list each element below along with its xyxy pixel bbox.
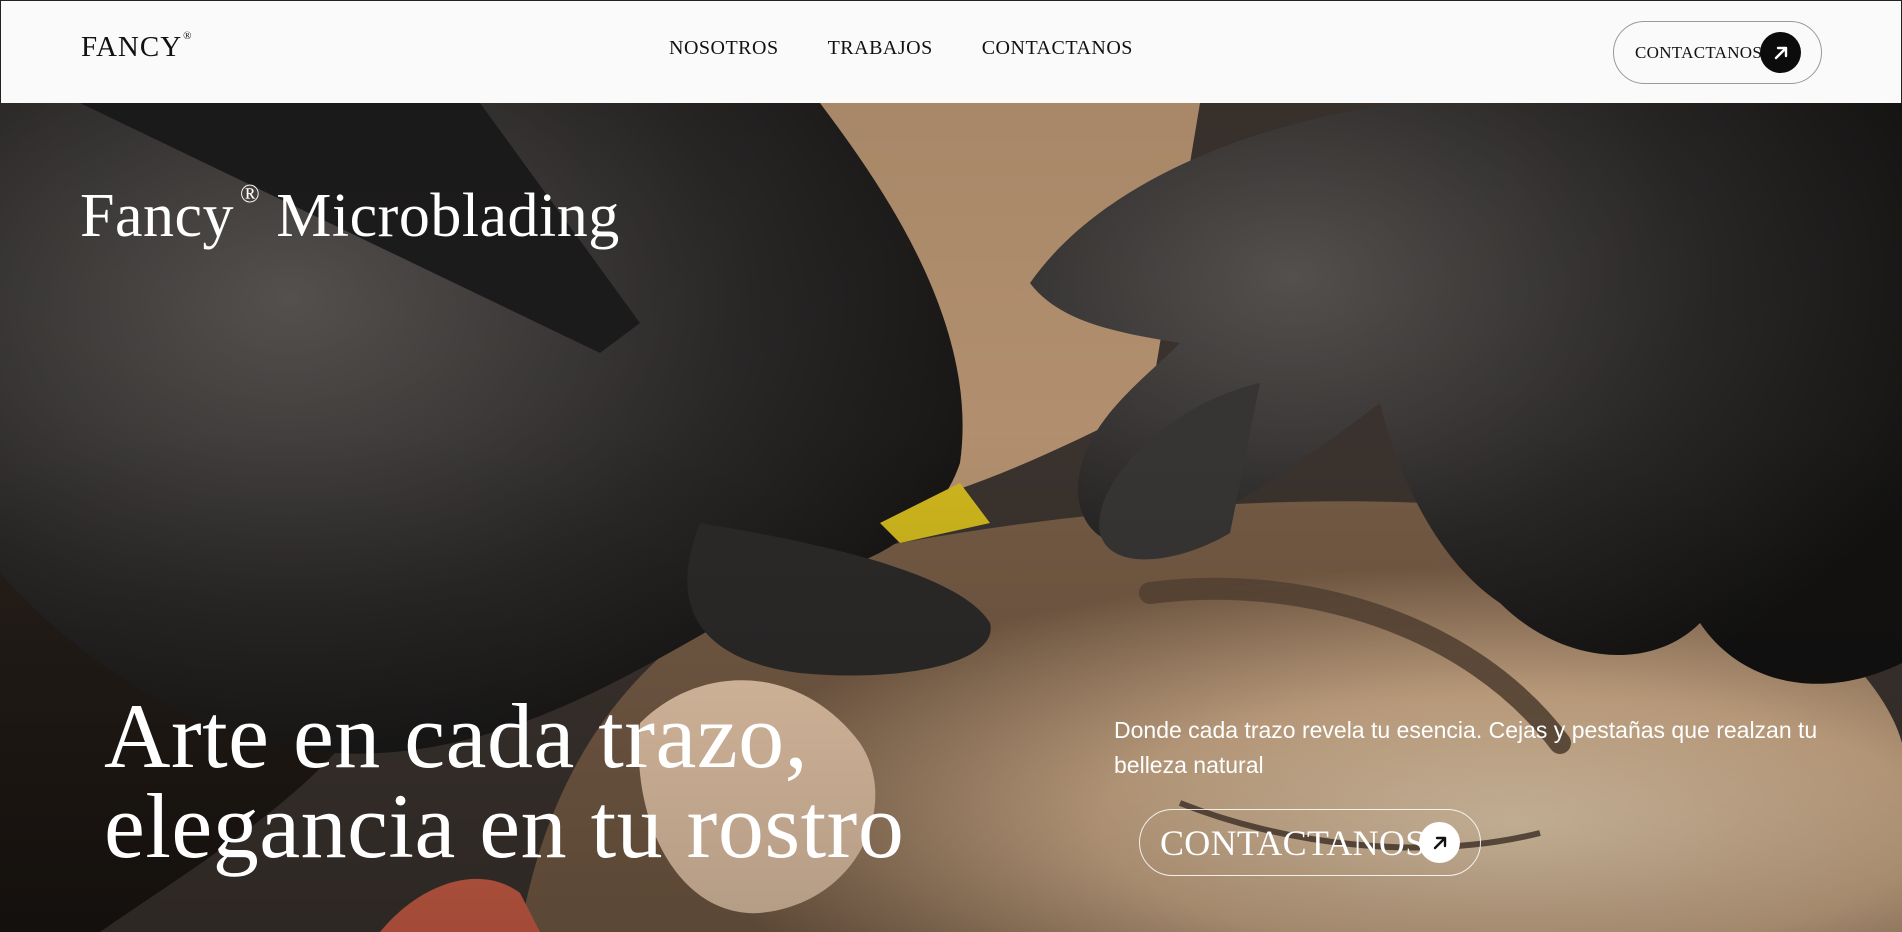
brand-name: Fancy xyxy=(80,182,235,250)
header-contact-label: CONTACTANOS xyxy=(1635,42,1763,62)
nav-item-contactanos[interactable]: CONTACTANOS xyxy=(982,37,1133,60)
hero-contact-button[interactable]: CONTACTANOS xyxy=(1139,809,1481,876)
logo[interactable]: FANCY® xyxy=(81,30,193,64)
hero-headline: Arte en cada trazo, elegancia en tu rost… xyxy=(104,685,905,877)
hero-contact-label: CONTACTANOS xyxy=(1160,822,1426,863)
hero-headline-line-1: Arte en cada trazo, xyxy=(104,685,809,787)
brand-registered-mark: ® xyxy=(240,179,261,208)
brand-service: Microblading xyxy=(276,182,620,250)
arrow-up-right-icon xyxy=(1760,32,1801,73)
logo-registered-mark: ® xyxy=(183,30,193,43)
nav-item-trabajos[interactable]: TRABAJOS xyxy=(828,37,933,60)
nav-item-nosotros[interactable]: NOSOTROS xyxy=(669,37,779,60)
brand-title: Fancy ® Microblading xyxy=(80,181,620,250)
hero-section: Fancy ® Microblading Arte en cada trazo, e… xyxy=(0,103,1902,932)
hero-description: Donde cada trazo revela tu esencia. Ceja… xyxy=(1114,717,1818,778)
logo-text: FANCY xyxy=(81,31,183,63)
header-contact-button[interactable]: CONTACTANOS xyxy=(1613,21,1822,84)
main-nav: NOSOTROS TRABAJOS CONTACTANOS xyxy=(669,37,1133,60)
site-header: FANCY® NOSOTROS TRABAJOS CONTACTANOS CON… xyxy=(0,0,1902,103)
page: FANCY® NOSOTROS TRABAJOS CONTACTANOS CON… xyxy=(0,0,1902,932)
arrow-up-right-icon xyxy=(1419,822,1460,863)
hero-headline-line-2: elegancia en tu rostro xyxy=(104,775,905,877)
